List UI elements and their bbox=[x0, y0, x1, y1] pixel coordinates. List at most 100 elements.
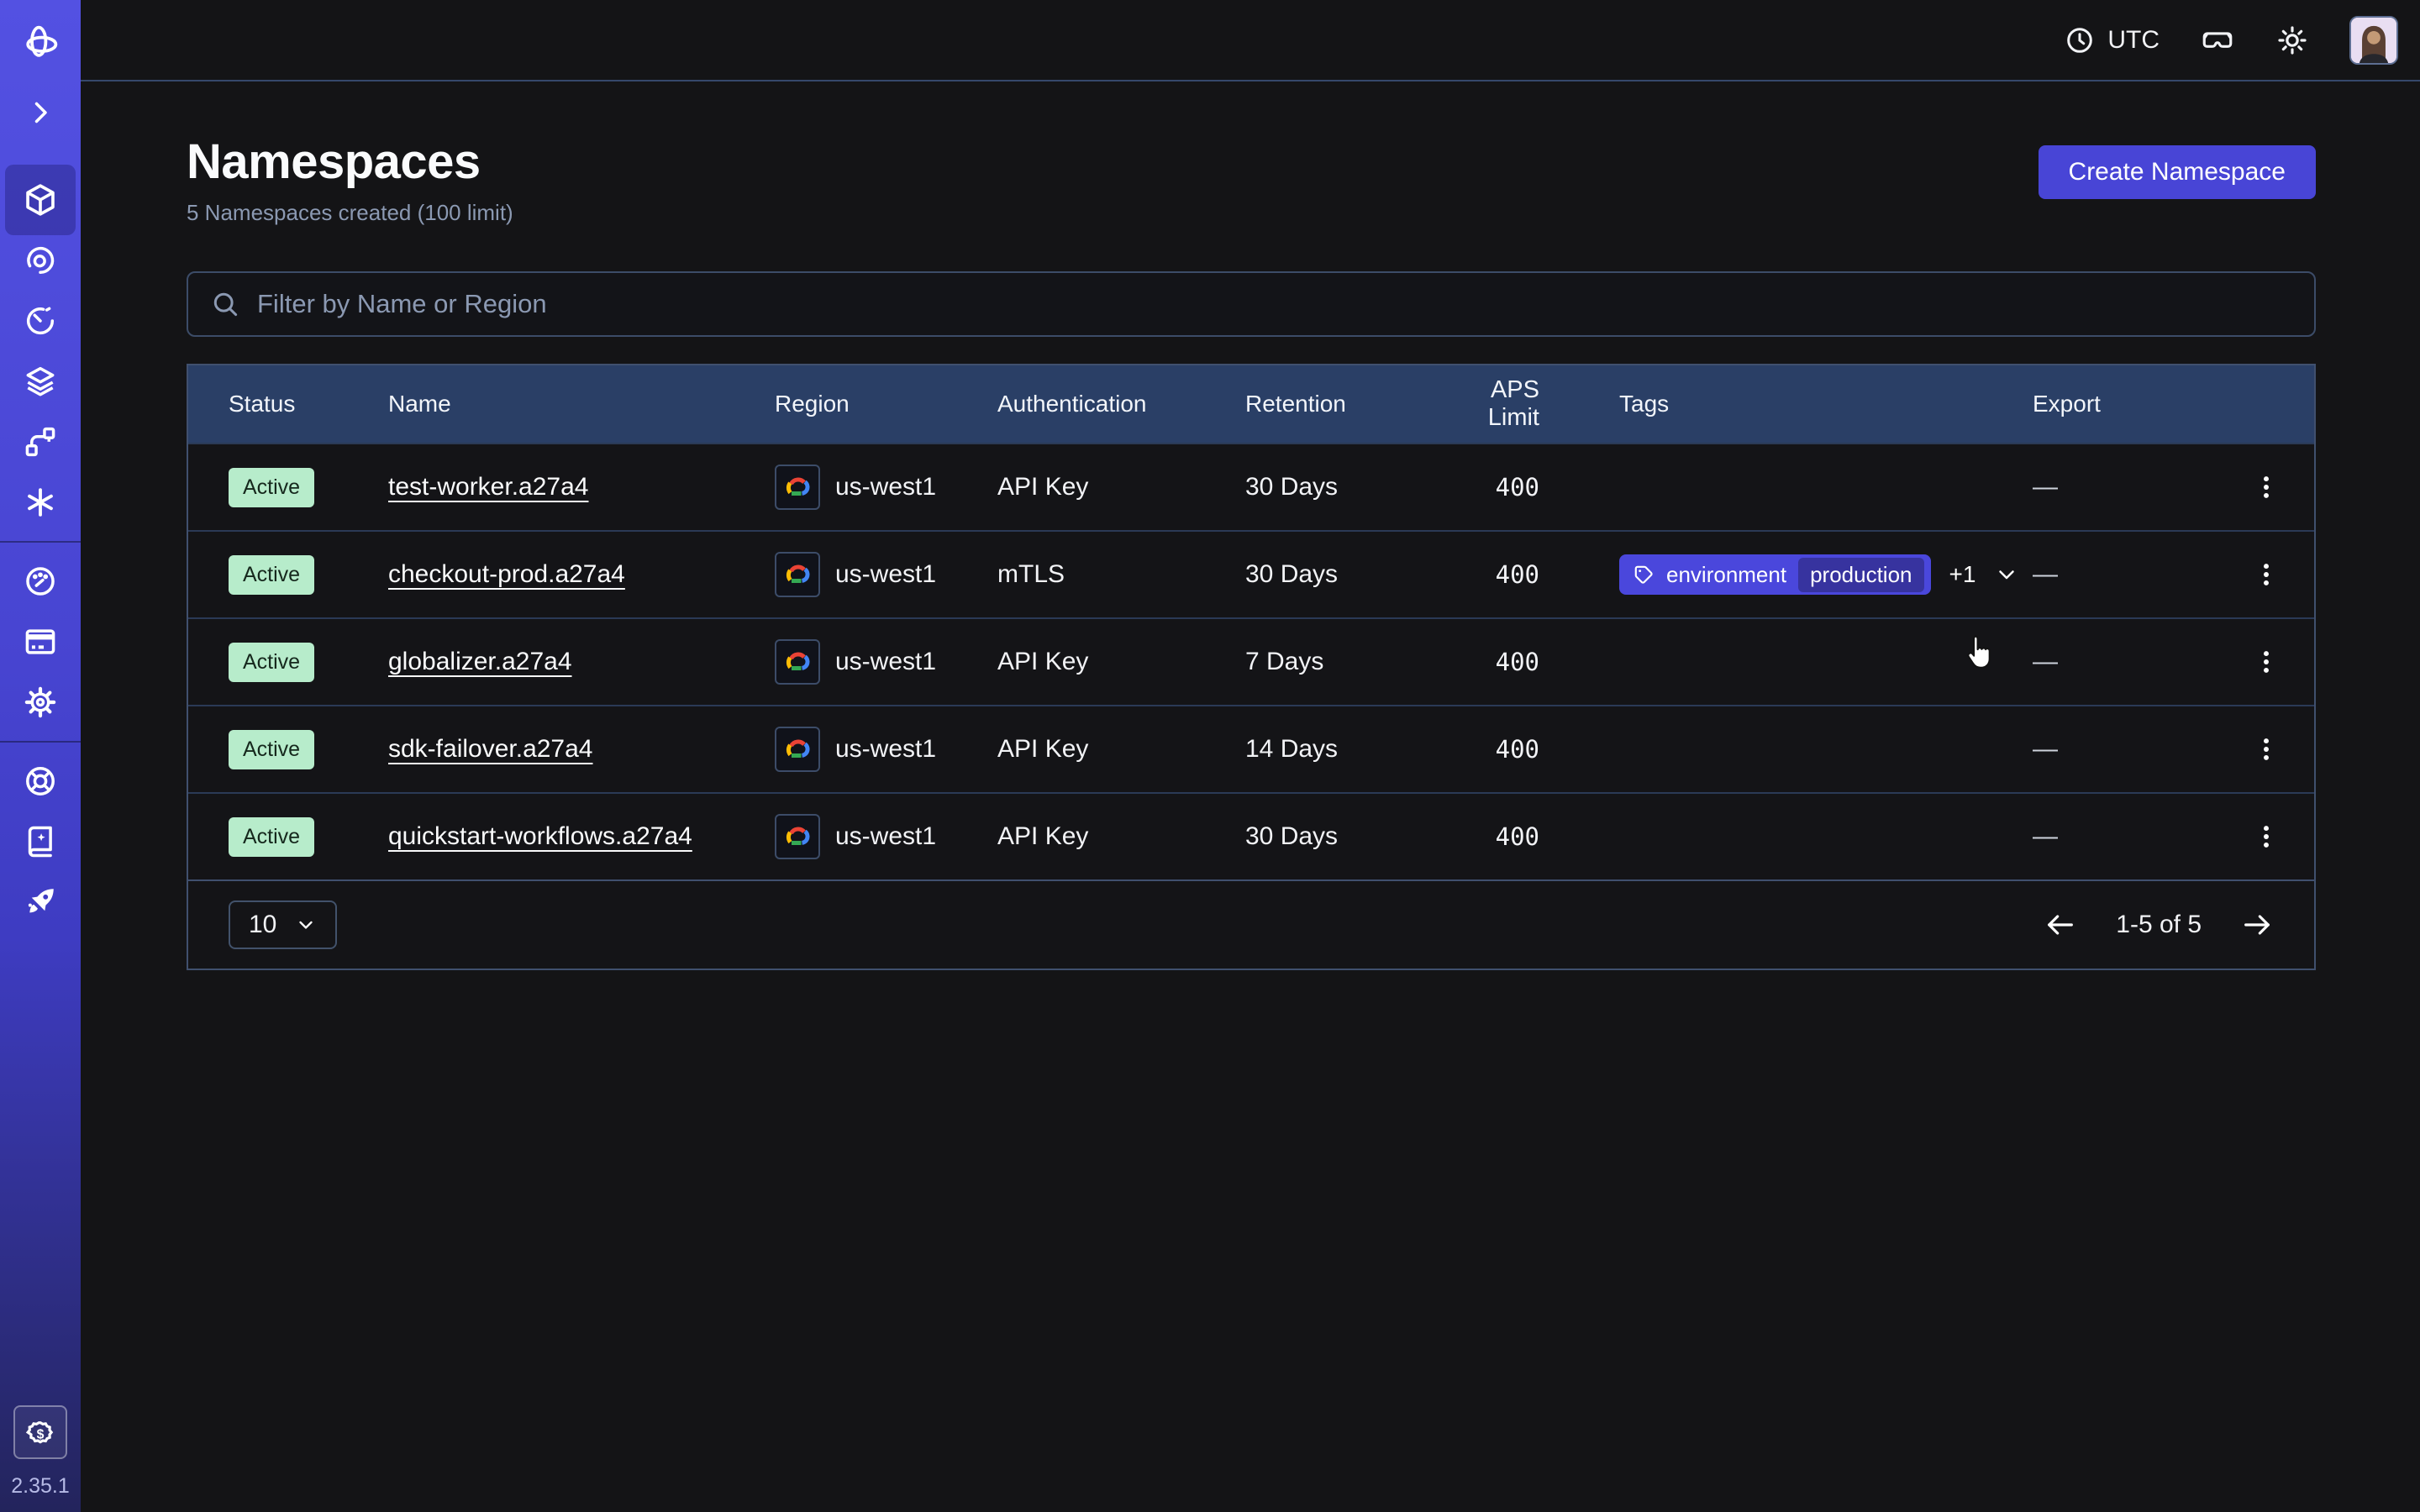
region-label: us-west1 bbox=[835, 648, 936, 676]
namespaces-page: Namespaces 5 Namespaces created (100 lim… bbox=[81, 81, 2420, 970]
page-size-select[interactable]: 10 bbox=[229, 900, 337, 949]
arrow-left-icon bbox=[2044, 908, 2077, 942]
sun-icon bbox=[2275, 24, 2309, 57]
sidebar-expand-button[interactable] bbox=[0, 91, 81, 134]
table-header-row: Status Name Region Authentication Retent… bbox=[188, 365, 2314, 443]
column-header-region: Region bbox=[775, 391, 997, 417]
theme-toggle-button[interactable] bbox=[2275, 24, 2309, 57]
kebab-menu-button[interactable] bbox=[2247, 643, 2286, 681]
book-sparkle-icon bbox=[22, 823, 59, 860]
auth-method: API Key bbox=[997, 648, 1245, 676]
prev-page-button[interactable] bbox=[2044, 908, 2077, 942]
namespace-link[interactable]: test-worker.a27a4 bbox=[388, 473, 588, 501]
temporal-logo-icon[interactable] bbox=[0, 18, 81, 67]
sidebar-item-getting-started[interactable] bbox=[0, 872, 81, 932]
tag-pill[interactable]: environment production bbox=[1619, 554, 1931, 595]
column-header-authentication: Authentication bbox=[997, 391, 1245, 417]
create-namespace-button[interactable]: Create Namespace bbox=[2039, 145, 2316, 199]
asterisk-icon bbox=[23, 485, 58, 520]
layers-icon bbox=[22, 363, 59, 400]
table-row[interactable]: Active checkout-prod.a27a4 us-west1 bbox=[188, 530, 2314, 617]
active-nav-highlight bbox=[5, 165, 76, 235]
user-avatar[interactable] bbox=[2349, 16, 2398, 65]
sidebar-item-billing[interactable] bbox=[0, 612, 81, 672]
retention-value: 30 Days bbox=[1245, 822, 1439, 851]
sidebar-item-docs[interactable] bbox=[0, 811, 81, 872]
sidebar-divider bbox=[0, 741, 81, 743]
glasses-icon bbox=[2200, 23, 2235, 58]
branch-icon bbox=[22, 423, 59, 460]
google-cloud-icon bbox=[775, 552, 820, 597]
tags-cell: environment production +1 bbox=[1539, 554, 2033, 595]
sidebar-item-deployments[interactable] bbox=[0, 412, 81, 472]
status-badge: Active bbox=[229, 643, 314, 682]
avatar-image bbox=[2351, 18, 2396, 63]
namespace-link[interactable]: globalizer.a27a4 bbox=[388, 648, 572, 675]
namespace-link[interactable]: quickstart-workflows.a27a4 bbox=[388, 822, 692, 850]
sidebar-item-workflows[interactable] bbox=[0, 230, 81, 291]
export-value: — bbox=[2033, 822, 2184, 851]
status-badge: Active bbox=[229, 468, 314, 507]
namespace-count-subtitle: 5 Namespaces created (100 limit) bbox=[187, 200, 513, 226]
sidebar-item-namespaces[interactable] bbox=[0, 170, 81, 230]
export-value: — bbox=[2033, 473, 2184, 501]
region-label: us-west1 bbox=[835, 560, 936, 589]
rocket-icon bbox=[22, 884, 59, 921]
topbar: UTC bbox=[81, 0, 2420, 81]
table-row[interactable]: Active test-worker.a27a4 us-west1 bbox=[188, 443, 2314, 530]
tags-more-count: +1 bbox=[1949, 561, 1976, 588]
app-version: 2.35.1 bbox=[11, 1474, 70, 1499]
google-cloud-icon bbox=[775, 639, 820, 685]
auth-method: API Key bbox=[997, 735, 1245, 764]
sidebar-item-nexus[interactable] bbox=[0, 351, 81, 412]
export-value: — bbox=[2033, 648, 2184, 676]
kebab-menu-button[interactable] bbox=[2247, 817, 2286, 856]
status-badge: Active bbox=[229, 730, 314, 769]
column-header-tags: Tags bbox=[1539, 391, 2033, 417]
clock-icon bbox=[2064, 24, 2096, 56]
sidebar-item-support[interactable] bbox=[0, 751, 81, 811]
timer-icon bbox=[22, 302, 59, 339]
timezone-selector[interactable]: UTC bbox=[2064, 24, 2160, 56]
google-cloud-icon bbox=[775, 814, 820, 859]
tag-icon bbox=[1633, 564, 1655, 585]
gear-icon bbox=[22, 684, 59, 721]
aps-limit-value: 400 bbox=[1439, 560, 1539, 589]
feedback-button[interactable] bbox=[2200, 23, 2235, 58]
aps-limit-value: 400 bbox=[1439, 648, 1539, 676]
kebab-menu-button[interactable] bbox=[2247, 468, 2286, 507]
filter-input[interactable] bbox=[257, 289, 2292, 319]
aps-limit-value: 400 bbox=[1439, 473, 1539, 501]
pricing-badge-button[interactable]: $ bbox=[13, 1405, 67, 1459]
export-value: — bbox=[2033, 560, 2184, 589]
pagination-range: 1-5 of 5 bbox=[2116, 911, 2202, 939]
table-row[interactable]: Active quickstart-workflows.a27a4 us-wes… bbox=[188, 792, 2314, 879]
filter-bar bbox=[187, 271, 2316, 337]
seal-dollar-icon: $ bbox=[24, 1415, 57, 1449]
next-page-button[interactable] bbox=[2240, 908, 2274, 942]
chevron-down-icon bbox=[295, 914, 317, 936]
export-value: — bbox=[2033, 735, 2184, 764]
sidebar-item-settings[interactable] bbox=[0, 672, 81, 732]
column-header-aps-limit: APS Limit bbox=[1439, 376, 1539, 432]
app-root: $ 2.35.1 UTC bbox=[0, 0, 2420, 1512]
kebab-menu-button[interactable] bbox=[2247, 555, 2286, 594]
table-row[interactable]: Active sdk-failover.a27a4 us-west1 bbox=[188, 705, 2314, 792]
cube-icon bbox=[21, 181, 60, 219]
kebab-menu-button[interactable] bbox=[2247, 730, 2286, 769]
status-badge: Active bbox=[229, 555, 314, 595]
sidebar-item-schedules[interactable] bbox=[0, 291, 81, 351]
arrow-right-icon bbox=[2240, 908, 2274, 942]
aps-limit-value: 400 bbox=[1439, 822, 1539, 851]
tag-key: environment bbox=[1666, 562, 1786, 588]
namespace-link[interactable]: checkout-prod.a27a4 bbox=[388, 560, 625, 588]
region-label: us-west1 bbox=[835, 473, 936, 501]
timezone-label: UTC bbox=[2107, 26, 2160, 55]
sidebar-item-usage[interactable] bbox=[0, 551, 81, 612]
sidebar-item-batch[interactable] bbox=[0, 472, 81, 533]
search-icon bbox=[210, 289, 240, 319]
table-row[interactable]: Active globalizer.a27a4 us-west1 bbox=[188, 617, 2314, 705]
namespace-link[interactable]: sdk-failover.a27a4 bbox=[388, 735, 593, 763]
svg-text:$: $ bbox=[37, 1428, 45, 1442]
tags-expand-chevron-icon[interactable] bbox=[1994, 562, 2019, 587]
